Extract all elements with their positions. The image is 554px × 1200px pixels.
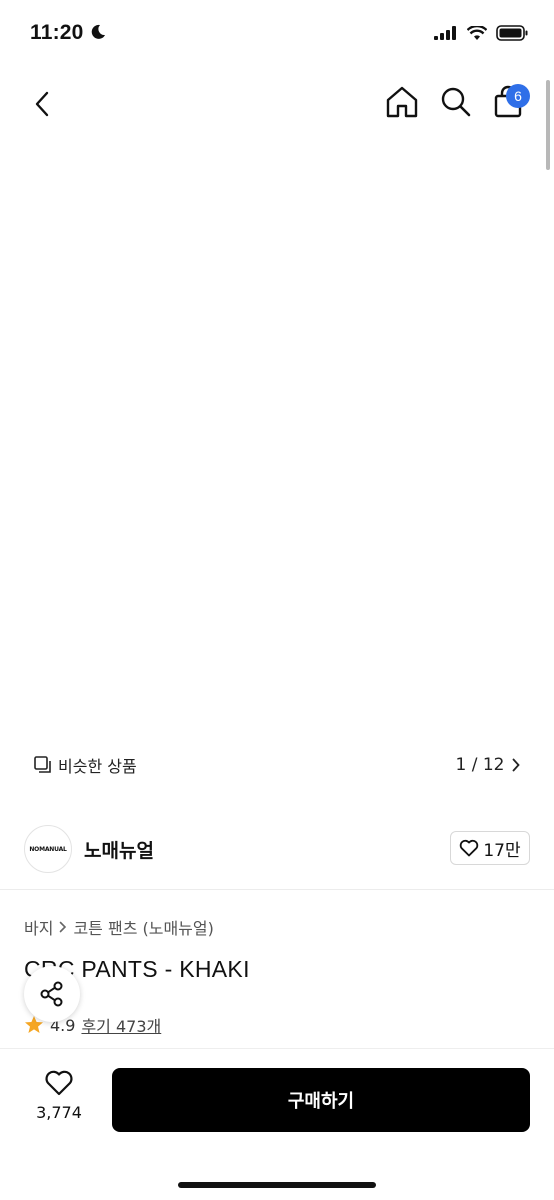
reviews-link[interactable]: 후기 473개: [81, 1013, 161, 1037]
pager-label: 1 / 12: [455, 755, 505, 775]
chevron-right-icon: [513, 758, 521, 772]
image-pager[interactable]: 1 / 12: [446, 748, 530, 782]
product-image-gallery[interactable]: NM: [0, 66, 554, 806]
brand-logo[interactable]: NOMANUAL: [24, 825, 72, 873]
status-bar: 11:20: [0, 0, 554, 66]
heart-icon: [460, 839, 479, 857]
heart-icon: [45, 1070, 73, 1096]
moon-icon: [91, 24, 105, 39]
bottom-action-bar: 3,774 구매하기: [0, 1048, 554, 1200]
search-button[interactable]: [438, 84, 476, 124]
chevron-left-icon: [35, 91, 49, 117]
battery-icon: [496, 25, 528, 41]
home-indicator[interactable]: [178, 1182, 376, 1188]
wishlist-count: 3,774: [36, 1103, 82, 1122]
similar-products-label: 비슷한 상품: [58, 757, 137, 776]
search-icon: [441, 87, 471, 117]
breadcrumb-category[interactable]: 바지: [24, 915, 53, 939]
wishlist-button[interactable]: 3,774: [24, 1069, 94, 1129]
share-icon: [40, 981, 63, 1007]
brand-row: NOMANUAL 노매뉴얼 17만: [0, 806, 554, 890]
brand-logo-text: NOMANUAL: [29, 845, 67, 853]
breadcrumb: 바지 코튼 팬츠 (노매뉴얼): [24, 915, 214, 939]
brand-name[interactable]: 노매뉴얼: [84, 836, 154, 863]
status-time: 11:20: [30, 21, 84, 44]
home-icon: [386, 86, 418, 118]
similar-products-button[interactable]: 비슷한 상품: [24, 748, 147, 782]
signal-icon: [434, 26, 456, 40]
brand-like-button[interactable]: 17만: [450, 831, 530, 865]
product-image: NM: [104, 156, 444, 798]
scrollbar[interactable]: [546, 80, 550, 170]
cart-count-badge: 6: [506, 84, 530, 108]
chevron-right-icon: [60, 921, 67, 933]
share-button[interactable]: [24, 966, 80, 1022]
wifi-icon: [467, 25, 487, 40]
similar-items-icon: [34, 756, 51, 773]
svg-text:NM: NM: [326, 189, 336, 196]
breadcrumb-subcategory[interactable]: 코튼 팬츠 (노매뉴얼): [73, 915, 213, 939]
back-button[interactable]: [24, 84, 60, 124]
top-navigation: [0, 66, 554, 142]
home-button[interactable]: [384, 84, 422, 124]
brand-like-count: 17만: [483, 840, 521, 861]
buy-button[interactable]: 구매하기: [112, 1068, 530, 1132]
